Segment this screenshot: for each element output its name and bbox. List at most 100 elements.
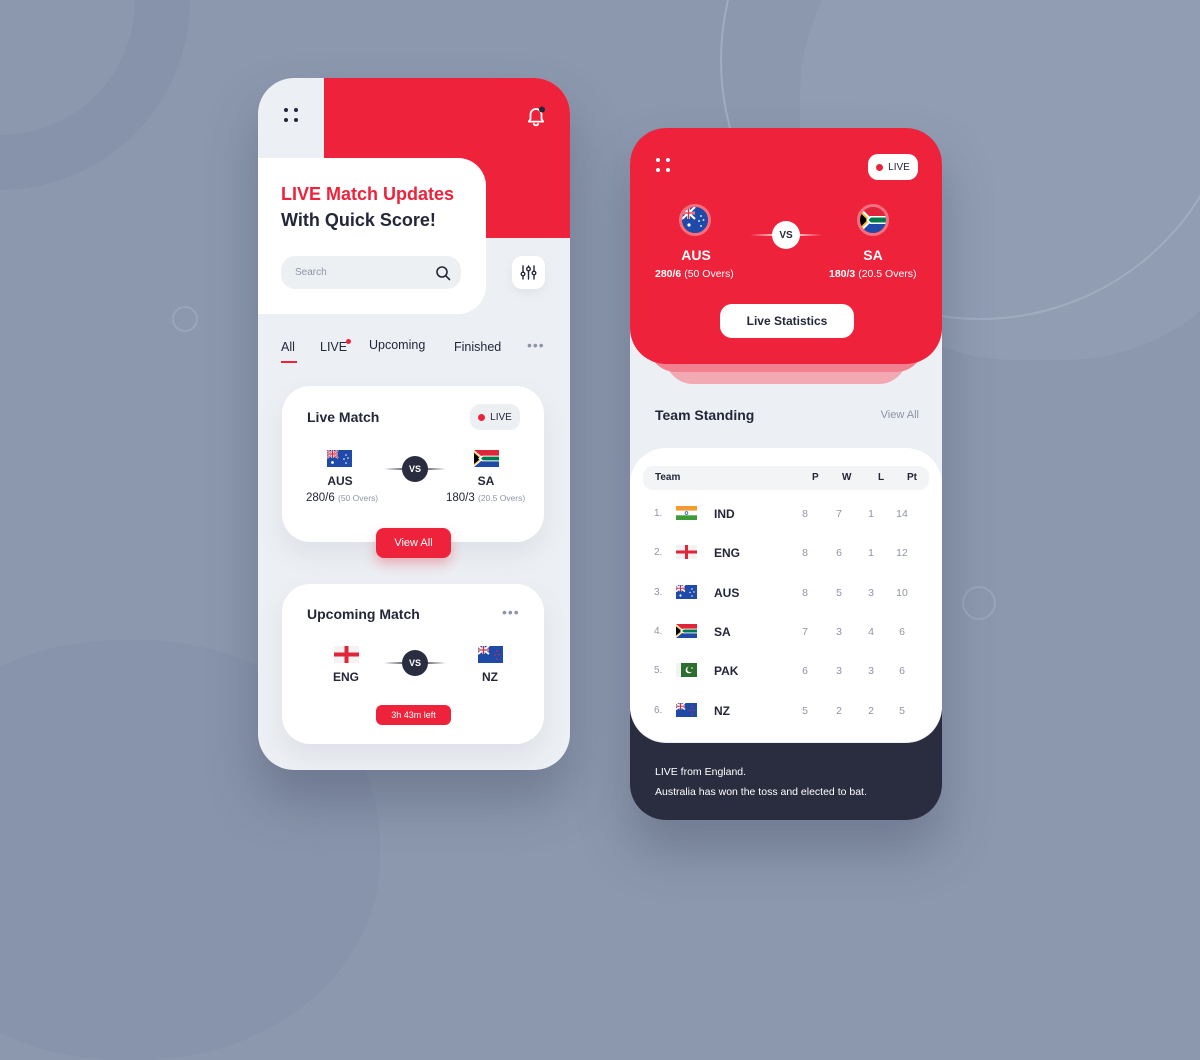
section-title: Team Standing [655,407,755,423]
rank: 5. [654,665,663,677]
table-row[interactable]: 4. SA 7 3 4 6 [630,613,942,652]
tab-finished[interactable]: Finished [454,340,501,354]
stat-p: 8 [802,586,808,599]
search-placeholder: Search [295,267,327,278]
south-africa-flag-icon [474,450,499,467]
tab-live-label: LIVE [320,340,348,354]
search-input[interactable]: Search [281,256,461,289]
team-code: NZ [714,703,730,718]
commentary-line: LIVE from England. [655,766,747,778]
stat-w: 6 [836,547,842,560]
column-header-team: Team [655,472,681,483]
stat-w: 7 [836,508,842,520]
tab-upcoming[interactable]: Upcoming [369,338,425,352]
live-badge: LIVE [470,404,520,430]
column-header-lost: L [878,472,885,483]
filter-button[interactable] [512,256,545,289]
stat-p: 5 [802,704,808,717]
commentary-line: Australia has won the toss and elected t… [655,786,867,798]
rank: 6. [654,704,663,716]
view-all-link[interactable]: View All [881,409,919,421]
rank: 4. [654,625,663,637]
countdown-badge: 3h 43m left [376,705,451,725]
table-row[interactable]: 2. ENG 8 6 1 12 [630,534,942,573]
more-options-icon[interactable]: ••• [502,604,520,620]
stat-p: 7 [802,625,808,638]
team-code: IND [714,507,735,521]
sliders-icon [520,265,537,280]
stat-p: 8 [802,508,808,520]
live-score-card: LIVE AUS 280/6 (50 Overs) VS SA 180/3 (2… [630,128,942,364]
vs-badge: VS [772,221,800,249]
stat-l: 3 [868,586,874,599]
search-icon[interactable] [435,265,451,281]
stat-l: 3 [868,665,874,678]
live-badge: LIVE [868,154,918,180]
tab-live[interactable]: LIVE [320,339,352,354]
live-statistics-button[interactable]: Live Statistics [720,304,854,338]
table-header: Team P W L Pt [643,466,929,490]
australia-flag-icon [327,450,352,467]
stat-w: 3 [836,625,842,638]
stat-p: 8 [802,547,808,560]
south-africa-flag-icon [676,623,697,638]
menu-icon[interactable] [284,108,298,122]
pakistan-flag-icon [676,663,697,678]
vs-badge: VS [402,650,428,676]
stat-w: 2 [836,704,842,717]
team2-code: SA [477,474,495,488]
background-circle [172,306,198,332]
stat-p: 6 [802,665,808,678]
team1-code: AUS [681,247,711,263]
stat-pt: 6 [899,625,905,638]
home-screen: LIVE Match Updates With Quick Score! Sea… [258,78,570,770]
table-row[interactable]: 1. IND 8 7 1 14 [630,495,942,534]
table-row[interactable]: 5. PAK 6 3 3 6 [630,652,942,691]
australia-flag-icon [679,204,711,236]
table-row[interactable]: 6. NZ 5 2 2 5 [630,692,942,731]
team2-score: 180/3 (20.5 Overs) [829,268,917,280]
live-badge-label: LIVE [490,411,512,423]
new-zealand-flag-icon [478,646,503,663]
team1-score: 280/6 (50 Overs) [655,268,734,280]
live-match-card[interactable]: Live Match LIVE AUS 280/6 (50 Overs) VS … [282,386,544,542]
column-header-points: Pt [907,472,917,483]
tab-all[interactable]: All [281,340,297,363]
upcoming-match-card[interactable]: Upcoming Match ••• ENG VS NZ 3h 43m left [282,584,544,744]
more-tabs-icon[interactable]: ••• [527,337,545,353]
team1-code: ENG [332,670,359,684]
stat-pt: 6 [899,665,905,678]
stat-pt: 10 [896,586,908,599]
team-code: AUS [714,585,740,600]
hero-title: With Quick Score! [281,210,436,230]
live-indicator-dot [346,339,352,344]
stat-l: 4 [868,625,874,638]
background-ring [0,0,190,190]
stat-pt: 12 [896,547,908,560]
match-detail-screen: LIVE AUS 280/6 (50 Overs) VS SA 180/3 (2… [630,128,942,820]
team-code: SA [714,624,731,639]
team-code: PAK [714,664,739,679]
hero-title-accent: LIVE Match Updates [281,184,455,204]
stat-pt: 5 [899,704,905,717]
hero-card: LIVE Match Updates With Quick Score! Sea… [258,158,486,314]
card-title: Live Match [307,409,380,425]
rank: 2. [654,547,663,559]
notification-bell-icon[interactable] [525,106,547,128]
view-all-button[interactable]: View All [376,528,451,558]
match-tabs: All LIVE Upcoming Finished ••• [281,337,551,363]
team1-code: AUS [327,474,353,488]
team2-code: NZ [482,670,498,684]
team2-code: SA [863,247,883,263]
stat-w: 5 [836,586,842,599]
vs-badge: VS [402,456,428,482]
stat-l: 1 [868,547,874,560]
column-header-won: W [842,472,852,483]
table-row[interactable]: 3. AUS 8 5 3 10 [630,574,942,613]
background-circle [962,586,996,620]
menu-icon[interactable] [656,158,670,172]
england-flag-icon [334,646,359,663]
stat-pt: 14 [896,508,908,520]
live-badge-label: LIVE [888,161,910,173]
new-zealand-flag-icon [676,702,697,717]
